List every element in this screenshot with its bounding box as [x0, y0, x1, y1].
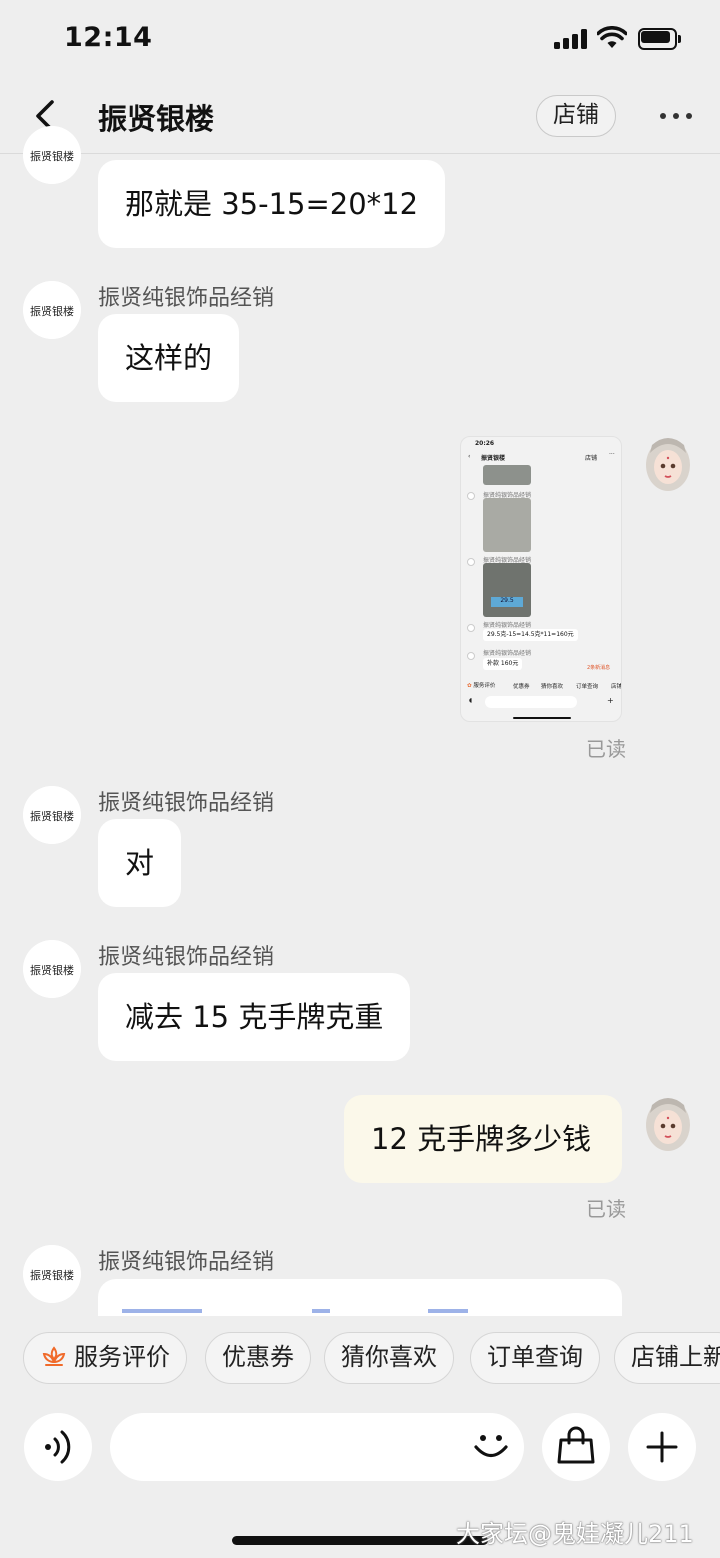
sender-name: 振贤纯银饰品经销	[98, 791, 275, 816]
thumb-time: 20:26	[475, 440, 495, 447]
chip-order-query[interactable]: 订单查询	[470, 1332, 600, 1384]
voice-icon	[45, 1430, 71, 1464]
sender-name: 振贤纯银饰品经销	[98, 1250, 275, 1275]
nav-bar: 振贤银楼 店铺	[0, 80, 720, 154]
shop-avatar[interactable]: 振贤银楼	[23, 126, 81, 184]
message-bubble: 对	[98, 819, 182, 907]
shop-logo-text: 振贤银楼	[30, 304, 74, 318]
message-bubble-partial	[98, 1279, 622, 1316]
read-status: 已读	[586, 1197, 626, 1221]
thumb-message: 29.5克-15=14.5克*11=160元	[483, 629, 578, 641]
thumb-voice-icon: ◖	[469, 697, 473, 704]
chip-coupon[interactable]: 优惠券	[205, 1332, 311, 1384]
thumb-photo	[483, 498, 531, 552]
read-status: 已读	[586, 737, 626, 761]
shop-avatar[interactable]: 振贤银楼	[23, 1245, 81, 1303]
screenshot-image-message[interactable]: 20:26 ‹ 振贤银楼 店铺 ··· 振贤纯银饰品经销 振贤纯银饰品经销 29…	[460, 436, 622, 722]
message-bubble: 12 克手牌多少钱	[344, 1095, 622, 1183]
thumb-scale-photo: 29.5	[483, 563, 531, 617]
thumb-chip: 猜你喜欢	[541, 684, 564, 690]
thumb-input	[485, 696, 577, 708]
shop-button[interactable]: 店铺	[536, 95, 616, 137]
shop-avatar[interactable]: 振贤银楼	[23, 281, 81, 339]
wifi-icon	[597, 26, 627, 48]
shopping-bag-icon	[557, 1426, 595, 1464]
thumb-chip: 订单查询	[576, 684, 599, 690]
thumb-avatar	[467, 558, 475, 566]
thumb-chip: 店铺	[611, 684, 622, 690]
thumb-back-icon: ‹	[468, 453, 471, 460]
chip-new-arrivals[interactable]: 店铺上新	[614, 1332, 720, 1384]
voice-button[interactable]	[24, 1413, 92, 1481]
thumb-chip: ✿ 服务评价	[467, 683, 496, 689]
battery-icon	[638, 28, 682, 50]
thumb-photo	[483, 465, 531, 485]
page-title: 振贤银楼	[98, 102, 215, 136]
message-bubble: 那就是 35-15=20*12	[98, 160, 446, 248]
sender-name: 振贤纯银饰品经销	[98, 945, 275, 970]
chip-service-review[interactable]: 服务评价	[23, 1332, 187, 1384]
plus-button[interactable]	[628, 1413, 696, 1481]
user-avatar[interactable]	[640, 1093, 696, 1153]
home-indicator	[232, 1536, 488, 1545]
thumb-new-messages: 2条新消息	[587, 665, 611, 671]
chat-screen: 12:14 振贤银楼 店铺 振贤银楼 那就是 35-15=20*12 振贤银楼 …	[0, 0, 720, 1558]
thumb-shop: 店铺	[585, 455, 598, 462]
thumb-home-indicator	[513, 717, 571, 719]
message-input[interactable]	[110, 1413, 524, 1481]
thumb-sender: 振贤纯银饰品经销	[483, 650, 532, 657]
thumb-chip: 优惠券	[513, 684, 530, 690]
quick-action-row: 服务评价 优惠券 猜你喜欢 订单查询 店铺上新	[0, 1316, 720, 1400]
thumb-avatar	[467, 624, 475, 632]
thumb-avatar	[467, 492, 475, 500]
watermark: 大家坛@鬼娃凝儿211	[456, 1520, 694, 1548]
shop-bag-button[interactable]	[542, 1413, 610, 1481]
shop-avatar[interactable]: 振贤银楼	[23, 786, 81, 844]
thumb-more-icon: ···	[609, 451, 615, 458]
thumb-title: 振贤银楼	[481, 455, 506, 462]
shop-logo-text: 振贤银楼	[30, 963, 74, 977]
shop-logo-text: 振贤银楼	[30, 809, 74, 823]
signal-icon	[554, 29, 588, 49]
more-dots-icon[interactable]	[656, 100, 696, 130]
shop-logo-text: 振贤银楼	[30, 149, 74, 163]
shop-logo-text: 振贤银楼	[30, 1268, 74, 1282]
plus-icon	[646, 1431, 678, 1463]
user-avatar[interactable]	[640, 433, 696, 493]
message-bubble: 减去 15 克手牌克重	[98, 973, 411, 1061]
sender-name: 振贤纯银饰品经销	[98, 286, 275, 311]
thumb-avatar	[467, 652, 475, 660]
chip-recommend[interactable]: 猜你喜欢	[324, 1332, 454, 1384]
thumb-message: 补款 160元	[483, 658, 523, 670]
flower-icon	[42, 1346, 66, 1366]
thumb-sender: 振贤纯银饰品经销	[483, 622, 532, 629]
status-bar: 12:14	[0, 0, 720, 80]
status-time: 12:14	[64, 22, 153, 53]
message-bubble: 这样的	[98, 314, 240, 402]
thumb-plus-icon: +	[607, 696, 614, 705]
emoji-icon[interactable]	[470, 1426, 512, 1468]
shop-avatar[interactable]: 振贤银楼	[23, 940, 81, 998]
